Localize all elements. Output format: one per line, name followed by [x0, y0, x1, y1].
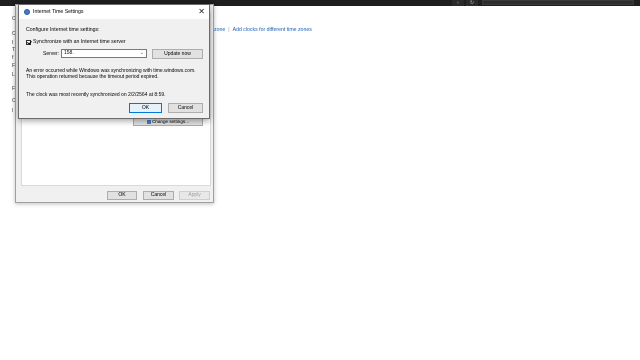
bg-edge-letter: f	[12, 55, 14, 61]
desktop-stage: ‹ ↻ zone | Add clocks for different time z…	[0, 0, 640, 360]
close-icon[interactable]: ✕	[198, 7, 205, 16]
chevron-down-icon[interactable]: ⌄	[140, 50, 144, 57]
outer-cancel-button[interactable]: Cancel	[143, 191, 174, 200]
internet-time-settings-dialog: Internet Time Settings ✕ Configure Inter…	[18, 4, 210, 119]
dialog-title: Internet Time Settings	[33, 9, 84, 15]
configure-heading: Configure Internet time settings:	[26, 27, 100, 33]
link-separator: |	[228, 27, 230, 33]
add-clocks-link[interactable]: Add clocks for different time zones	[233, 27, 312, 33]
dialog-titlebar[interactable]: Internet Time Settings ✕	[19, 5, 209, 19]
shield-icon	[146, 119, 151, 124]
server-combobox[interactable]: 158. ⌄	[61, 49, 147, 58]
refresh-icon[interactable]: ↻	[466, 0, 478, 6]
bg-edge-letter: I	[12, 108, 14, 114]
back-arrow-icon[interactable]: ‹	[452, 0, 464, 6]
outer-ok-button[interactable]: OK	[107, 191, 137, 200]
sync-checkbox-label: Synchronize with an Internet time server	[33, 39, 126, 45]
server-input-value[interactable]: 158.	[64, 50, 74, 56]
time-zone-link[interactable]: zone	[214, 27, 225, 33]
last-sync-text: The clock was most recently synchronized…	[26, 92, 166, 98]
clock-globe-icon	[24, 9, 30, 15]
server-label: Server:	[43, 51, 60, 57]
ok-button[interactable]: OK	[129, 103, 162, 113]
background-links: zone | Add clocks for different time zones	[214, 27, 312, 33]
bg-edge-letter: I	[12, 40, 14, 46]
sync-checkbox[interactable]	[26, 39, 31, 45]
sync-checkbox-row[interactable]: Synchronize with an Internet time server	[26, 39, 126, 45]
error-message: An error occurred while Windows was sync…	[26, 68, 196, 80]
change-settings-button[interactable]: Change settings...	[133, 118, 203, 126]
cancel-button[interactable]: Cancel	[168, 103, 203, 113]
change-settings-label: Change settings...	[151, 119, 190, 124]
apply-button[interactable]: Apply	[179, 191, 210, 200]
update-now-button[interactable]: Update now	[152, 49, 203, 59]
search-box[interactable]	[482, 0, 634, 5]
